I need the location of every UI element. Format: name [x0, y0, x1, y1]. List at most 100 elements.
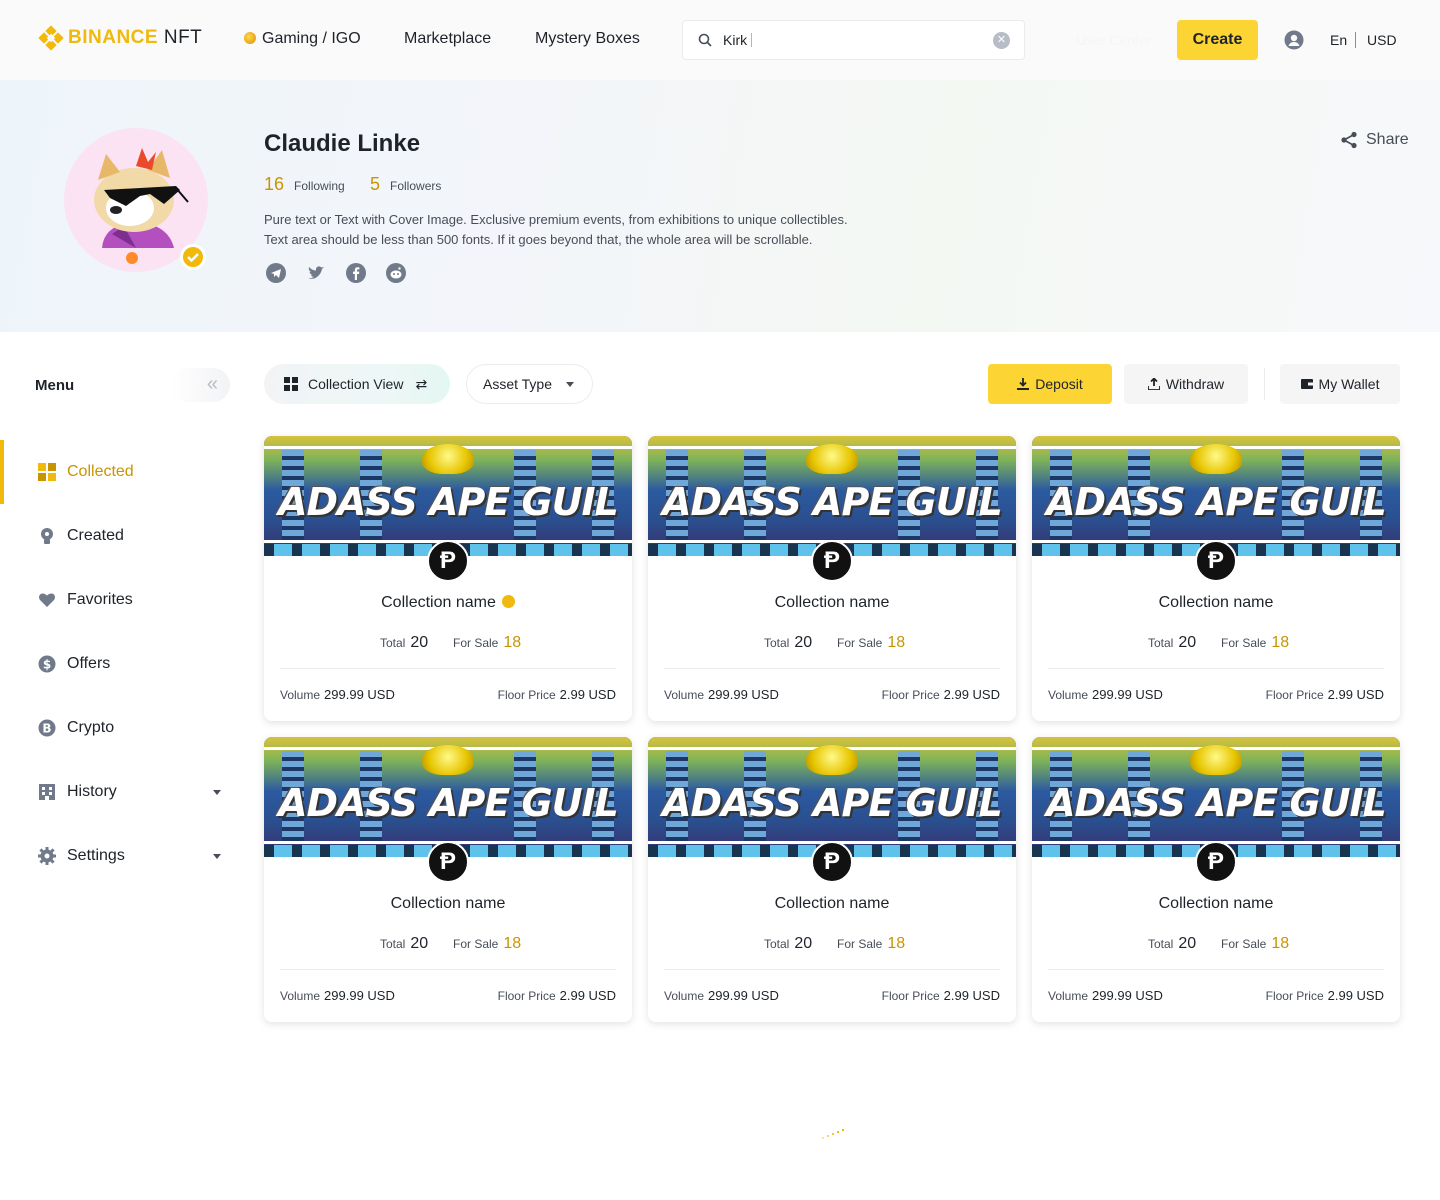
- sidebar-item-favorites[interactable]: Favorites: [0, 568, 240, 632]
- for-sale-stat: For Sale 18: [837, 935, 906, 952]
- loading-spinner-icon: [822, 1129, 844, 1139]
- collection-cover-image: ADASS APE GUIL: [648, 737, 1016, 857]
- collection-logo-icon: Ᵽ: [427, 540, 469, 582]
- divider: [664, 668, 1000, 669]
- swap-icon: ⇄: [415, 375, 428, 392]
- collection-view-toggle[interactable]: Collection View ⇄: [264, 364, 450, 404]
- svg-text:B: B: [42, 722, 51, 736]
- total-stat: Total 20: [764, 935, 813, 952]
- for-sale-stat: For Sale 18: [837, 634, 906, 651]
- followers-stat[interactable]: 5 Followers: [370, 174, 441, 195]
- history-icon: [39, 784, 55, 800]
- top-header: BINANCE NFT Gaming / IGO Marketplace Mys…: [0, 0, 1440, 80]
- logo-suffix: NFT: [163, 27, 203, 48]
- total-stat: Total 20: [764, 634, 813, 651]
- bulb-icon: [41, 528, 53, 544]
- user-account-icon[interactable]: [1284, 30, 1304, 50]
- collection-name: Collection name: [774, 895, 890, 912]
- deposit-button[interactable]: Deposit: [988, 364, 1112, 404]
- dollar-icon: $: [38, 655, 56, 673]
- sidebar-item-offers[interactable]: $ Offers: [0, 632, 240, 696]
- collection-card[interactable]: ADASS APE GUIL Ᵽ Collection name Total 20 For…: [1032, 737, 1400, 1022]
- verified-icon: [501, 595, 515, 608]
- volume-stat: Volume 299.99 USD: [280, 687, 395, 702]
- floor-price-stat: Floor Price 2.99 USD: [881, 687, 1000, 702]
- floor-price-stat: Floor Price 2.99 USD: [1265, 988, 1384, 1003]
- my-wallet-button[interactable]: My Wallet: [1280, 364, 1400, 404]
- sidebar-item-history[interactable]: History: [0, 760, 240, 824]
- for-sale-stat: For Sale 18: [1221, 634, 1290, 651]
- floor-price-stat: Floor Price 2.99 USD: [1265, 687, 1384, 702]
- collection-name: Collection name: [381, 594, 496, 611]
- floor-price-stat: Floor Price 2.99 USD: [881, 988, 1000, 1003]
- collection-card[interactable]: ADASS APE GUIL Ᵽ Collection name Total 20 For…: [1032, 436, 1400, 721]
- divider: [1048, 668, 1384, 669]
- total-stat: Total 20: [380, 634, 429, 651]
- collection-card[interactable]: ADASS APE GUIL Ᵽ Collection name Total 20 For…: [648, 436, 1016, 721]
- svg-text:$: $: [43, 658, 51, 672]
- collection-card[interactable]: ADASS APE GUIL Ᵽ Collection name Total 20 For…: [264, 737, 632, 1022]
- collection-logo-icon: Ᵽ: [1195, 841, 1237, 883]
- menu-title: Menu: [35, 377, 75, 394]
- search-icon: [698, 33, 712, 47]
- clear-search-icon[interactable]: ✕: [993, 32, 1010, 49]
- for-sale-stat: For Sale 18: [453, 935, 522, 952]
- user-center-link[interactable]: User Center: [1076, 32, 1151, 48]
- chevron-down-icon: [213, 853, 221, 859]
- withdraw-button[interactable]: Withdraw: [1124, 364, 1248, 404]
- collection-card[interactable]: ADASS APE GUIL Ᵽ Collection name Total 20 For…: [648, 737, 1016, 1022]
- volume-stat: Volume 299.99 USD: [664, 988, 779, 1003]
- share-icon: [1341, 131, 1357, 149]
- binance-logo-icon: [38, 25, 64, 51]
- asset-type-dropdown[interactable]: Asset Type: [466, 364, 593, 404]
- cover-title-text: ADASS APE GUIL: [1046, 781, 1387, 825]
- sidebar-item-collected[interactable]: Collected: [0, 440, 240, 504]
- collection-logo-icon: Ᵽ: [811, 540, 853, 582]
- cover-title-text: ADASS APE GUIL: [278, 781, 619, 825]
- chevron-down-icon: [213, 789, 221, 795]
- create-button[interactable]: Create: [1177, 20, 1258, 60]
- search-value: Kirk: [723, 32, 748, 48]
- collection-name: Collection name: [390, 895, 506, 912]
- nav-gaming-igo[interactable]: Gaming / IGO: [244, 30, 361, 48]
- collection-cover-image: ADASS APE GUIL: [264, 436, 632, 556]
- verified-badge-icon: [180, 244, 206, 270]
- nav-marketplace[interactable]: Marketplace: [404, 30, 491, 48]
- binance-nft-logo[interactable]: BINANCE NFT: [38, 25, 203, 51]
- double-chevron-left-icon: «: [206, 373, 218, 395]
- for-sale-stat: For Sale 18: [1221, 935, 1290, 952]
- twitter-icon[interactable]: [306, 263, 326, 283]
- toolbar-divider: [1264, 368, 1265, 400]
- bitcoin-icon: B: [38, 719, 56, 737]
- upload-icon: [1147, 378, 1160, 390]
- sidebar-item-crypto[interactable]: B Crypto: [0, 696, 240, 760]
- for-sale-stat: For Sale 18: [453, 634, 522, 651]
- currency-selector[interactable]: USD: [1367, 32, 1397, 48]
- collection-name: Collection name: [1158, 594, 1274, 611]
- total-stat: Total 20: [380, 935, 429, 952]
- cover-title-text: ADASS APE GUIL: [662, 781, 1003, 825]
- nav-mystery-boxes[interactable]: Mystery Boxes: [535, 30, 640, 48]
- collection-cover-image: ADASS APE GUIL: [1032, 737, 1400, 857]
- sidebar-item-created[interactable]: Created: [0, 504, 240, 568]
- collection-logo-icon: Ᵽ: [1195, 540, 1237, 582]
- share-button[interactable]: Share: [1340, 131, 1409, 149]
- grid-icon: [38, 463, 56, 481]
- logo-text: BINANCE: [68, 27, 159, 48]
- sidebar-item-settings[interactable]: Settings: [0, 824, 240, 888]
- search-input[interactable]: Kirk ✕: [682, 20, 1025, 60]
- collection-card[interactable]: ADASS APE GUIL Ᵽ Collection name Total 20 For…: [264, 436, 632, 721]
- volume-stat: Volume 299.99 USD: [1048, 988, 1163, 1003]
- divider: [280, 969, 616, 970]
- language-selector[interactable]: En: [1330, 32, 1347, 48]
- collapse-menu-button[interactable]: «: [170, 368, 230, 402]
- facebook-icon[interactable]: [346, 263, 366, 283]
- profile-name: Claudie Linke: [264, 130, 421, 157]
- collection-name: Collection name: [774, 594, 890, 611]
- telegram-icon[interactable]: [266, 263, 286, 283]
- reddit-icon[interactable]: [386, 263, 406, 283]
- collection-logo-icon: Ᵽ: [811, 841, 853, 883]
- download-icon: [1017, 378, 1030, 390]
- following-stat[interactable]: 16 Following: [264, 174, 345, 195]
- volume-stat: Volume 299.99 USD: [1048, 687, 1163, 702]
